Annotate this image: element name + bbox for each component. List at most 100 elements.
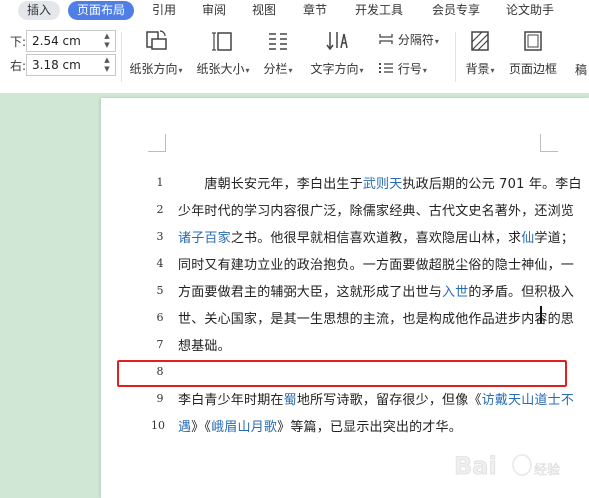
paper-size-label: 纸张大小	[196, 62, 245, 76]
line-number: 10	[151, 419, 165, 432]
line-numbers-button[interactable]: 行号▾	[378, 60, 427, 77]
margin-right-input[interactable]: 3.18 cm ▲ ▼	[26, 54, 116, 76]
tab-developer[interactable]: 开发工具	[355, 1, 403, 20]
line-numbers-icon	[379, 63, 393, 73]
spin-up-icon[interactable]: ▲	[102, 56, 112, 65]
line-number: 3	[156, 230, 164, 243]
hyperlink[interactable]: 入世	[442, 285, 468, 300]
spin-up-icon[interactable]: ▲	[102, 32, 112, 41]
line-number: 2	[156, 203, 164, 216]
highlight-annotation-box	[117, 360, 567, 387]
margin-right-value: 3.18 cm	[32, 58, 81, 72]
text-direction-label: 文字方向	[310, 62, 359, 76]
text-run: 学道；	[534, 231, 575, 246]
line-text[interactable]: 同时又有建功立业的政治抱负。一方面要做超脱尘俗的隐士神仙，一	[178, 254, 574, 273]
text-run: 之书。他很早就相信喜欢道教，喜欢隐居山林，求	[230, 231, 522, 246]
text-run: 同时又有建功立业的政治抱负。一方面要做超脱尘俗的隐士神仙，一	[178, 258, 575, 273]
line-number: 5	[156, 284, 164, 297]
text-run: 唐朝长安元年，李白出生于	[178, 177, 363, 192]
separator-label: 分隔符	[397, 33, 434, 47]
hyperlink[interactable]: 武则天	[363, 177, 403, 192]
line-numbers-label: 行号	[397, 62, 422, 76]
background-icon	[471, 31, 489, 51]
line-number: 4	[156, 257, 164, 270]
page-corner-mark	[148, 134, 166, 152]
orientation-button[interactable]: 纸张方向▾	[126, 28, 186, 77]
margin-bottom-input[interactable]: 2.54 cm ▲ ▼	[26, 30, 116, 52]
line-text[interactable]: 少年时代的学习内容很广泛，除儒家经典、古代文史名著外，还浏览	[178, 200, 574, 219]
columns-label: 分栏	[263, 62, 288, 76]
line-text[interactable]: 想基础。	[178, 335, 231, 354]
tab-references[interactable]: 引用	[152, 1, 176, 20]
tab-section[interactable]: 章节	[303, 1, 327, 20]
divider	[455, 32, 456, 82]
svg-text:Bai: Bai	[454, 452, 497, 480]
svg-text:经验: 经验	[534, 462, 560, 478]
hyperlink[interactable]: 仙	[521, 231, 534, 246]
chevron-down-icon: ▾	[422, 66, 427, 75]
line-text[interactable]: 诸子百家之书。他很早就相信喜欢道教，喜欢隐居山林，求仙学道；	[178, 227, 574, 246]
paper-size-icon	[212, 32, 232, 51]
line-number: 9	[156, 392, 164, 405]
chevron-down-icon: ▾	[178, 66, 183, 75]
tab-view[interactable]: 视图	[252, 1, 276, 20]
page-orientation-icon	[146, 30, 167, 50]
margin-right-label: 右:	[10, 59, 27, 73]
text-run: 》《	[191, 420, 212, 435]
separator-button[interactable]: 分隔符▾	[378, 31, 439, 48]
text-direction-icon	[326, 32, 348, 51]
text-run: 地所写诗歌，留存很少，但像《	[296, 393, 482, 408]
spin-down-icon[interactable]: ▼	[102, 41, 112, 50]
text-run: 方面要做君主的辅弼大臣，这就形成了出世与	[178, 285, 443, 300]
paper-size-button[interactable]: 纸张大小▾	[193, 28, 253, 77]
tab-member[interactable]: 会员专享	[432, 1, 480, 20]
divider	[121, 32, 122, 82]
tab-review[interactable]: 审阅	[202, 1, 226, 20]
text-run: 的矛盾。但积极入	[468, 285, 575, 300]
tab-page-layout[interactable]: 页面布局	[68, 1, 135, 20]
truncated-tool-label[interactable]: 稿	[575, 61, 587, 78]
chevron-down-icon: ▾	[288, 66, 293, 75]
line-text[interactable]: 唐朝长安元年，李白出生于武则天执政后期的公元 701 年。李白	[178, 173, 582, 192]
spin-down-icon[interactable]: ▼	[102, 65, 112, 74]
page-border-label: 页面边框	[508, 62, 557, 76]
chevron-down-icon: ▾	[359, 66, 364, 75]
text-run: 世、关心国家，是其一生思想的主流，也是构成他作品进步内容的思	[178, 312, 575, 327]
page-corner-mark	[540, 134, 558, 152]
tab-insert[interactable]: 插入	[18, 1, 61, 20]
ribbon-tab-bar: 插入 页面布局 引用 审阅 视图 章节 开发工具 会员专享 论文助手	[0, 0, 589, 22]
text-run: 想基础。	[178, 339, 231, 354]
chevron-down-icon: ▾	[490, 66, 495, 75]
hyperlink[interactable]: 遇	[178, 420, 191, 435]
line-text[interactable]: 世、关心国家，是其一生思想的主流，也是构成他作品进步内容的思	[178, 308, 574, 327]
margin-bottom-label: 下:	[10, 35, 27, 49]
ribbon-toolbar: 下: 2.54 cm ▲ ▼ 右: 3.18 cm ▲ ▼ 纸张方向▾ 纸张大小…	[0, 22, 589, 94]
line-number: 6	[156, 311, 164, 324]
line-text[interactable]: 方面要做君主的辅弼大臣，这就形成了出世与入世的矛盾。但积极入	[178, 281, 574, 300]
text-direction-button[interactable]: 文字方向▾	[306, 28, 368, 77]
chevron-down-icon: ▾	[434, 37, 439, 46]
page-border-icon	[524, 31, 542, 51]
line-number: 7	[156, 338, 164, 351]
hyperlink[interactable]: 访戴天山道士不	[482, 393, 574, 408]
line-text[interactable]: 遇》《峨眉山月歌》等篇，已显示出突出的才华。	[178, 416, 462, 435]
text-run: 执政后期的公元 701 年。李白	[402, 177, 582, 192]
hyperlink[interactable]: 峨眉山月歌	[211, 420, 277, 435]
background-label: 背景	[465, 62, 490, 76]
hyperlink[interactable]: 诸子百家	[178, 231, 231, 246]
orientation-label: 纸张方向	[129, 62, 178, 76]
text-run: 少年时代的学习内容很广泛，除儒家经典、古代文史名著外，还浏览	[178, 204, 575, 219]
text-cursor	[540, 306, 542, 323]
page-border-button[interactable]: 页面边框	[505, 28, 561, 77]
text-run: 》等篇，已显示出突出的才华。	[277, 420, 462, 435]
hyperlink[interactable]: 蜀	[284, 393, 297, 408]
baidu-watermark-logo: Bai 经验	[454, 452, 561, 481]
tab-thesis-assistant[interactable]: 论文助手	[506, 1, 554, 20]
columns-button[interactable]: 分栏▾	[258, 28, 298, 77]
margin-bottom-value: 2.54 cm	[32, 34, 81, 48]
line-number: 1	[156, 176, 164, 189]
columns-icon	[269, 33, 287, 50]
background-button[interactable]: 背景▾	[460, 28, 500, 77]
chevron-down-icon: ▾	[245, 66, 250, 75]
line-text[interactable]: 李白青少年时期在蜀地所写诗歌，留存很少，但像《访戴天山道士不	[178, 389, 574, 408]
